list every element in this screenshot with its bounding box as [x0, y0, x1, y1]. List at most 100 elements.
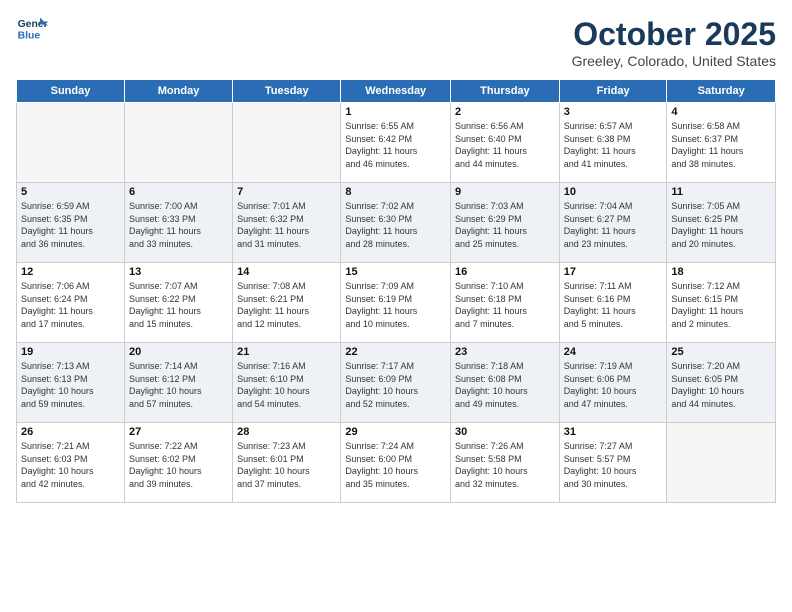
day-number: 8 — [345, 186, 446, 198]
day-number: 26 — [21, 426, 120, 438]
calendar-cell: 14 Sunrise: 7:08 AM Sunset: 6:21 PM Dayli… — [233, 263, 341, 343]
day-info: Sunrise: 7:08 AM Sunset: 6:21 PM Dayligh… — [237, 280, 336, 330]
calendar-cell: 4Sunrise: 6:58 AM Sunset: 6:37 PM Daylig… — [667, 103, 776, 183]
day-info: Sunrise: 7:06 AM Sunset: 6:24 PM Dayligh… — [21, 280, 120, 330]
calendar-cell: 2Sunrise: 6:56 AM Sunset: 6:40 PM Daylig… — [451, 103, 560, 183]
day-number: 13 — [129, 266, 228, 278]
day-info: Sunrise: 7:13 AM Sunset: 6:13 PM Dayligh… — [21, 360, 120, 410]
day-info: Sunrise: 7:16 AM Sunset: 6:10 PM Dayligh… — [237, 360, 336, 410]
title-block: October 2025 Greeley, Colorado, United S… — [572, 16, 776, 69]
day-number: 29 — [345, 426, 446, 438]
logo: General Blue — [16, 16, 48, 44]
day-info: Sunrise: 6:55 AM Sunset: 6:42 PM Dayligh… — [345, 120, 446, 170]
day-number: 12 — [21, 266, 120, 278]
calendar-row-1: 1 Sunrise: 6:55 AM Sunset: 6:42 PM Daylig… — [17, 103, 776, 183]
day-number: 5 — [21, 186, 120, 198]
calendar: SundayMondayTuesdayWednesdayThursdayFrid… — [16, 79, 776, 503]
day-info: Sunrise: 7:24 AM Sunset: 6:00 PM Dayligh… — [345, 440, 446, 490]
day-number: 19 — [21, 346, 120, 358]
day-info: Sunrise: 7:04 AM Sunset: 6:27 PM Dayligh… — [564, 200, 663, 250]
weekday-header-row: SundayMondayTuesdayWednesdayThursdayFrid… — [17, 80, 776, 103]
day-info: Sunrise: 7:21 AM Sunset: 6:03 PM Dayligh… — [21, 440, 120, 490]
calendar-cell — [233, 103, 341, 183]
calendar-cell: 11 Sunrise: 7:05 AM Sunset: 6:25 PM Dayli… — [667, 183, 776, 263]
day-number: 11 — [671, 186, 771, 198]
day-number: 18 — [671, 266, 771, 278]
calendar-cell: 24 Sunrise: 7:19 AM Sunset: 6:06 PM Dayli… — [559, 343, 667, 423]
calendar-cell: 19 Sunrise: 7:13 AM Sunset: 6:13 PM Dayli… — [17, 343, 125, 423]
day-number: 14 — [237, 266, 336, 278]
calendar-cell: 12 Sunrise: 7:06 AM Sunset: 6:24 PM Dayli… — [17, 263, 125, 343]
weekday-header-thursday: Thursday — [451, 80, 560, 103]
calendar-cell: 21 Sunrise: 7:16 AM Sunset: 6:10 PM Dayli… — [233, 343, 341, 423]
day-number: 20 — [129, 346, 228, 358]
day-info: Sunrise: 7:19 AM Sunset: 6:06 PM Dayligh… — [564, 360, 663, 410]
day-info: Sunrise: 7:02 AM Sunset: 6:30 PM Dayligh… — [345, 200, 446, 250]
day-number: 27 — [129, 426, 228, 438]
day-info: Sunrise: 7:27 AM Sunset: 5:57 PM Dayligh… — [564, 440, 663, 490]
day-number: 4 — [671, 106, 771, 118]
calendar-cell — [17, 103, 125, 183]
calendar-cell: 18Sunrise: 7:12 AM Sunset: 6:15 PM Dayli… — [667, 263, 776, 343]
day-info: Sunrise: 6:57 AM Sunset: 6:38 PM Dayligh… — [564, 120, 663, 170]
calendar-cell: 27 Sunrise: 7:22 AM Sunset: 6:02 PM Dayli… — [124, 423, 232, 503]
calendar-cell — [124, 103, 232, 183]
weekday-header-tuesday: Tuesday — [233, 80, 341, 103]
day-info: Sunrise: 7:07 AM Sunset: 6:22 PM Dayligh… — [129, 280, 228, 330]
day-info: Sunrise: 6:56 AM Sunset: 6:40 PM Dayligh… — [455, 120, 555, 170]
day-number: 16 — [455, 266, 555, 278]
calendar-cell: 17Sunrise: 7:11 AM Sunset: 6:16 PM Dayli… — [559, 263, 667, 343]
day-info: Sunrise: 7:01 AM Sunset: 6:32 PM Dayligh… — [237, 200, 336, 250]
calendar-cell: 28 Sunrise: 7:23 AM Sunset: 6:01 PM Dayli… — [233, 423, 341, 503]
calendar-cell — [667, 423, 776, 503]
calendar-cell: 13 Sunrise: 7:07 AM Sunset: 6:22 PM Dayli… — [124, 263, 232, 343]
calendar-cell: 6 Sunrise: 7:00 AM Sunset: 6:33 PM Daylig… — [124, 183, 232, 263]
calendar-cell: 30Sunrise: 7:26 AM Sunset: 5:58 PM Dayli… — [451, 423, 560, 503]
day-info: Sunrise: 6:59 AM Sunset: 6:35 PM Dayligh… — [21, 200, 120, 250]
day-number: 21 — [237, 346, 336, 358]
day-info: Sunrise: 7:17 AM Sunset: 6:09 PM Dayligh… — [345, 360, 446, 410]
day-number: 22 — [345, 346, 446, 358]
weekday-header-saturday: Saturday — [667, 80, 776, 103]
day-number: 17 — [564, 266, 663, 278]
calendar-cell: 10 Sunrise: 7:04 AM Sunset: 6:27 PM Dayli… — [559, 183, 667, 263]
calendar-cell: 9Sunrise: 7:03 AM Sunset: 6:29 PM Daylig… — [451, 183, 560, 263]
calendar-cell: 1 Sunrise: 6:55 AM Sunset: 6:42 PM Daylig… — [341, 103, 451, 183]
calendar-cell: 7Sunrise: 7:01 AM Sunset: 6:32 PM Daylig… — [233, 183, 341, 263]
calendar-cell: 8 Sunrise: 7:02 AM Sunset: 6:30 PM Daylig… — [341, 183, 451, 263]
day-number: 28 — [237, 426, 336, 438]
day-number: 3 — [564, 106, 663, 118]
weekday-header-friday: Friday — [559, 80, 667, 103]
day-number: 1 — [345, 106, 446, 118]
calendar-cell: 20Sunrise: 7:14 AM Sunset: 6:12 PM Dayli… — [124, 343, 232, 423]
day-info: Sunrise: 7:05 AM Sunset: 6:25 PM Dayligh… — [671, 200, 771, 250]
calendar-row-5: 26 Sunrise: 7:21 AM Sunset: 6:03 PM Dayli… — [17, 423, 776, 503]
day-info: Sunrise: 7:23 AM Sunset: 6:01 PM Dayligh… — [237, 440, 336, 490]
day-number: 25 — [671, 346, 771, 358]
header: General Blue October 2025 Greeley, Color… — [16, 16, 776, 69]
svg-text:General: General — [18, 19, 48, 30]
day-info: Sunrise: 7:18 AM Sunset: 6:08 PM Dayligh… — [455, 360, 555, 410]
day-number: 24 — [564, 346, 663, 358]
day-number: 23 — [455, 346, 555, 358]
day-info: Sunrise: 7:22 AM Sunset: 6:02 PM Dayligh… — [129, 440, 228, 490]
day-info: Sunrise: 7:00 AM Sunset: 6:33 PM Dayligh… — [129, 200, 228, 250]
calendar-cell: 5 Sunrise: 6:59 AM Sunset: 6:35 PM Daylig… — [17, 183, 125, 263]
calendar-cell: 3 Sunrise: 6:57 AM Sunset: 6:38 PM Daylig… — [559, 103, 667, 183]
day-info: Sunrise: 7:10 AM Sunset: 6:18 PM Dayligh… — [455, 280, 555, 330]
day-number: 31 — [564, 426, 663, 438]
weekday-header-wednesday: Wednesday — [341, 80, 451, 103]
calendar-cell: 15Sunrise: 7:09 AM Sunset: 6:19 PM Dayli… — [341, 263, 451, 343]
day-info: Sunrise: 7:20 AM Sunset: 6:05 PM Dayligh… — [671, 360, 771, 410]
calendar-cell: 26 Sunrise: 7:21 AM Sunset: 6:03 PM Dayli… — [17, 423, 125, 503]
day-info: Sunrise: 7:03 AM Sunset: 6:29 PM Dayligh… — [455, 200, 555, 250]
calendar-cell: 23 Sunrise: 7:18 AM Sunset: 6:08 PM Dayli… — [451, 343, 560, 423]
day-info: Sunrise: 7:09 AM Sunset: 6:19 PM Dayligh… — [345, 280, 446, 330]
day-number: 6 — [129, 186, 228, 198]
calendar-cell: 16 Sunrise: 7:10 AM Sunset: 6:18 PM Dayli… — [451, 263, 560, 343]
weekday-header-sunday: Sunday — [17, 80, 125, 103]
calendar-row-3: 12 Sunrise: 7:06 AM Sunset: 6:24 PM Dayli… — [17, 263, 776, 343]
day-number: 10 — [564, 186, 663, 198]
page: General Blue October 2025 Greeley, Color… — [0, 0, 792, 612]
logo-icon: General Blue — [16, 16, 48, 44]
